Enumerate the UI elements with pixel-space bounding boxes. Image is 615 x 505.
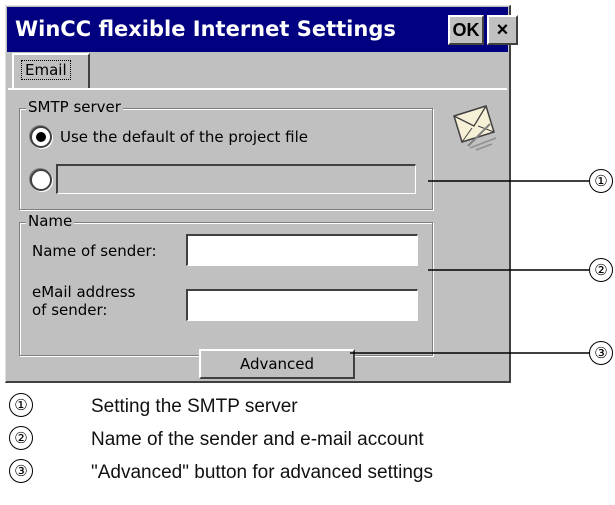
legend-text-1: Setting the SMTP server [91, 396, 298, 417]
callout-marker-3: ③ [589, 341, 613, 365]
callout-marker-1: ① [589, 169, 613, 193]
callout-marker-2: ② [589, 258, 613, 282]
legend-num-3: ③ [9, 459, 33, 483]
legend-num-2: ② [9, 426, 33, 450]
legend-text-3: "Advanced" button for advanced settings [91, 462, 433, 483]
legend-text-2: Name of the sender and e-mail account [91, 429, 424, 450]
legend-num-1: ① [9, 393, 33, 417]
